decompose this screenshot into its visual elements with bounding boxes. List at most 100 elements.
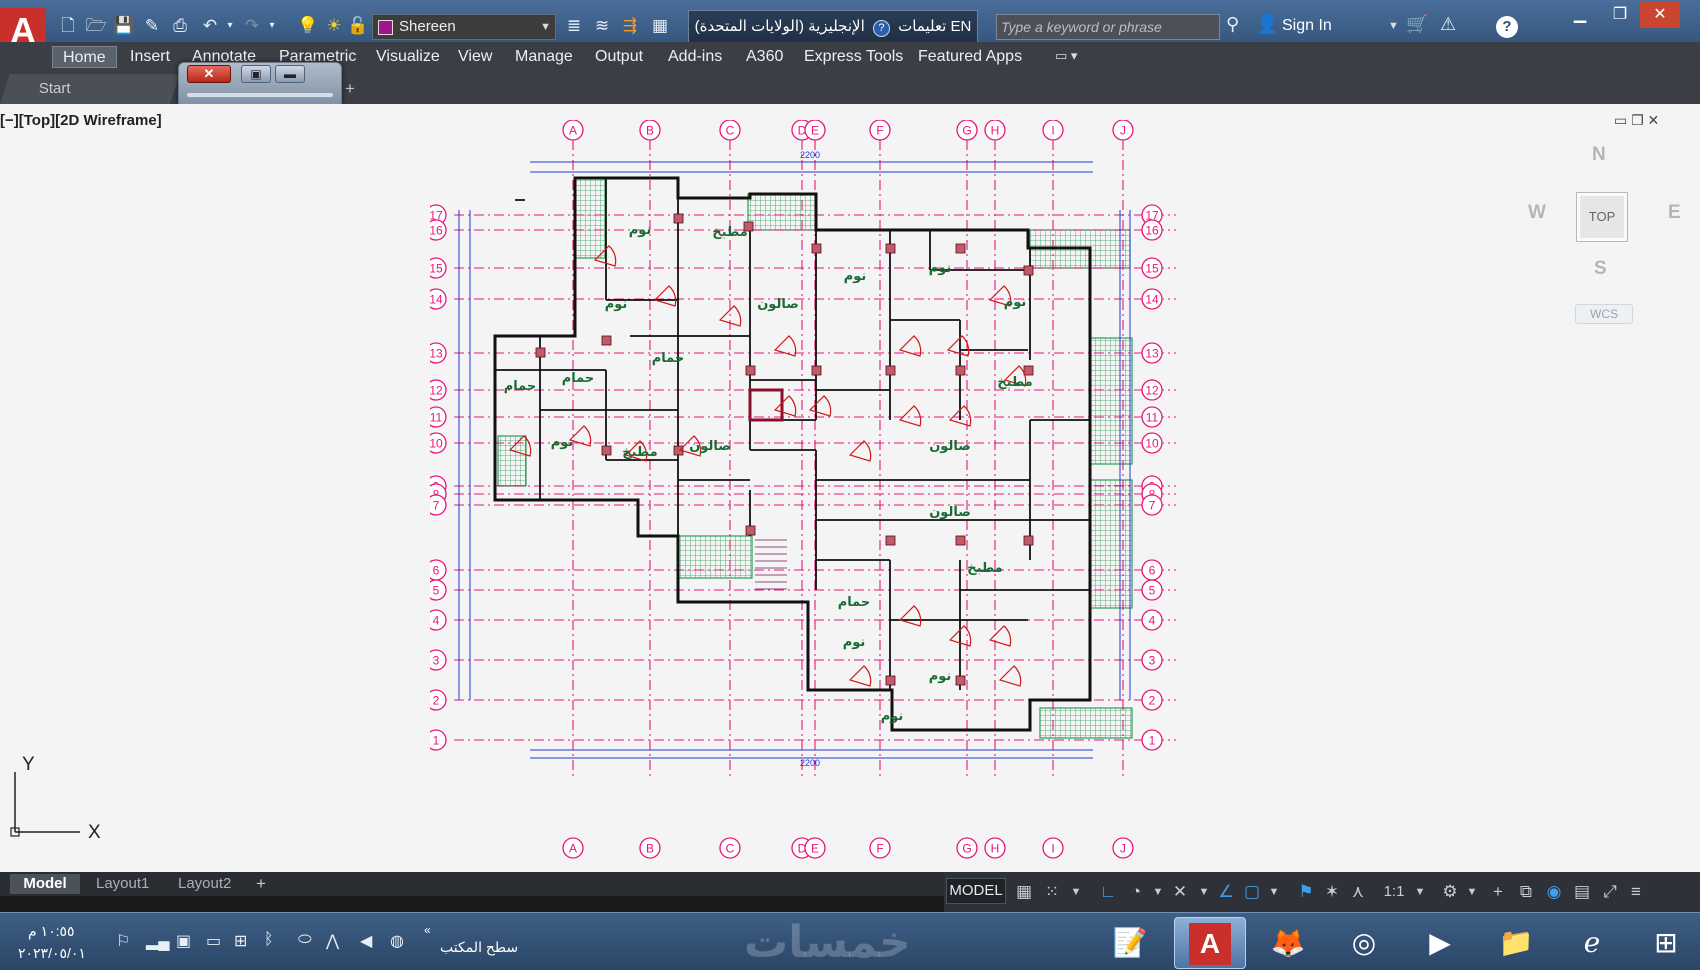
layer-states-icon[interactable]: ≋ <box>590 14 614 38</box>
compass-east[interactable]: E <box>1668 202 1681 224</box>
table-icon[interactable]: ▦ <box>648 14 672 38</box>
chevron-up-icon[interactable]: « <box>424 923 431 937</box>
close-icon[interactable]: ✕ <box>187 65 231 83</box>
viewport-window-controls[interactable]: ▭ ❐ ✕ <box>1614 112 1659 129</box>
firefox-icon[interactable]: 🦊 <box>1252 917 1324 969</box>
match-layer-icon[interactable]: ⇶ <box>618 14 642 38</box>
tab-home[interactable]: Home <box>52 46 117 68</box>
tab-express-tools[interactable]: Express Tools <box>804 46 903 68</box>
floating-window[interactable]: ✕ ▣ ▬ <box>178 62 342 108</box>
grid-display-icon[interactable]: ▦ <box>1012 880 1036 904</box>
desktop-toolbar-label[interactable]: سطح المكتب <box>440 939 518 956</box>
viewport-controls-label[interactable]: [−][Top][2D Wireframe] <box>0 112 162 129</box>
minimize-icon[interactable]: ▁ <box>1560 2 1600 28</box>
chevron-down-icon[interactable]: ▼ <box>1192 880 1216 904</box>
internet-explorer-icon[interactable]: ℯ <box>1556 917 1628 969</box>
binoculars-search-icon[interactable]: ⚲ <box>1226 14 1239 35</box>
tab-add-ins[interactable]: Add-ins <box>668 46 722 68</box>
autocad-taskbar-icon[interactable]: A <box>1174 917 1246 969</box>
viewcube-top-face[interactable]: TOP <box>1576 192 1628 242</box>
network-tray-icon[interactable]: ⊞ <box>234 931 247 951</box>
sign-in-button[interactable]: Sign In <box>1282 17 1332 35</box>
cart-icon[interactable]: 🛒 <box>1406 14 1428 35</box>
snap-mode-icon[interactable]: ⁙ <box>1040 880 1064 904</box>
wifi-icon[interactable]: ◍ <box>390 931 404 951</box>
save-as-icon[interactable]: ✎ <box>140 14 164 38</box>
undo-dropdown-icon[interactable]: ▾ <box>218 14 242 38</box>
tab-insert[interactable]: Insert <box>130 46 170 68</box>
search-input[interactable]: Type a keyword or phrase <box>996 14 1220 40</box>
layer-dropdown[interactable]: Shereen ▼ <box>372 14 556 40</box>
chevron-down-icon[interactable]: ▼ <box>1064 880 1088 904</box>
annotation-visibility-icon[interactable]: ⚑ <box>1294 880 1318 904</box>
autodesk-tray-icon[interactable]: ⋀ <box>326 931 339 951</box>
restore-icon[interactable]: ▣ <box>241 65 271 83</box>
windows-start-icon[interactable]: ⊞ <box>1630 917 1700 969</box>
flag-icon[interactable]: ⚐ <box>116 931 130 951</box>
hardware-acceleration-icon[interactable]: ◉ <box>1542 880 1566 904</box>
chevron-down-icon[interactable]: ▼ <box>1460 880 1484 904</box>
exchange-apps-icon[interactable]: ⚠ <box>1440 14 1456 35</box>
chrome-icon[interactable]: ◎ <box>1328 917 1400 969</box>
chevron-down-icon[interactable]: ▼ <box>1408 880 1432 904</box>
clock-date[interactable]: ٢٠٢٣/٠٥/٠١ <box>18 945 86 962</box>
plot-icon[interactable]: ⎙ <box>168 14 192 38</box>
layer-on-bulb-icon[interactable]: 💡 <box>296 14 320 38</box>
save-icon[interactable]: 💾 <box>112 14 136 38</box>
annotation-scale-icon[interactable]: ⋏ <box>1346 880 1370 904</box>
object-snap-icon[interactable]: ▢ <box>1240 880 1264 904</box>
chevron-down-icon[interactable]: ▼ <box>1388 20 1399 32</box>
isolate-objects-icon[interactable]: ⧉ <box>1514 880 1538 904</box>
tab-output[interactable]: Output <box>595 46 643 68</box>
language-bar[interactable]: تعليمات ? الإنجليزية (الولايات المتحدة) … <box>688 10 978 44</box>
tab-visualize[interactable]: Visualize <box>376 46 440 68</box>
file-explorer-icon[interactable]: 📁 <box>1480 917 1552 969</box>
layer-properties-icon[interactable]: ≣ <box>562 14 586 38</box>
new-tab-plus-icon[interactable]: + <box>345 79 355 99</box>
signal-icon[interactable]: ▂▄ <box>146 931 170 951</box>
display-icon[interactable]: ▭ <box>206 931 221 951</box>
clean-screen-icon[interactable]: ▤ <box>1570 880 1594 904</box>
volume-icon[interactable]: ◀ <box>360 931 372 951</box>
tab-featured-apps[interactable]: Featured Apps <box>918 46 1022 68</box>
tab-layout2[interactable]: Layout2 <box>178 874 231 894</box>
tab-layout1[interactable]: Layout1 <box>96 874 149 894</box>
printer-tray-icon[interactable]: ▣ <box>176 931 191 951</box>
chevron-down-icon[interactable]: ▼ <box>1146 880 1170 904</box>
compass-north[interactable]: N <box>1592 144 1606 166</box>
new-file-icon[interactable]: 🗋 <box>56 14 80 38</box>
help-icon[interactable]: ? <box>1496 16 1518 38</box>
shield-icon[interactable]: ⬭ <box>298 931 312 949</box>
tab-manage[interactable]: Manage <box>515 46 573 68</box>
viewcube[interactable]: N W E S TOP WCS <box>1518 142 1688 324</box>
auto-scale-icon[interactable]: ✶ <box>1320 880 1344 904</box>
chevron-down-icon[interactable]: ▼ <box>1262 880 1286 904</box>
bluetooth-icon[interactable]: ᛒ <box>264 931 274 949</box>
wcs-menu[interactable]: WCS <box>1575 304 1633 324</box>
ortho-mode-icon[interactable]: ∟ <box>1096 880 1120 904</box>
full-screen-icon[interactable]: ⤢ <box>1598 880 1622 904</box>
ribbon-display-toggle-icon[interactable]: ▭ ▾ <box>1055 48 1077 64</box>
model-space-button[interactable]: MODEL <box>946 878 1006 904</box>
notepad-taskbar-icon[interactable]: 📝 <box>1094 917 1166 969</box>
media-player-icon[interactable]: ▶ <box>1404 917 1476 969</box>
customization-menu-icon[interactable]: ≡ <box>1624 880 1648 904</box>
tab-a360[interactable]: A360 <box>746 46 783 68</box>
polar-tracking-icon[interactable]: ◔ <box>1124 880 1148 904</box>
clock-time[interactable]: ١٠:٥٥ م <box>28 923 75 940</box>
workspace-switching-icon[interactable]: ⚙ <box>1438 880 1462 904</box>
maximize-icon[interactable]: ❐ <box>1600 2 1640 28</box>
plus-icon[interactable]: + <box>1486 880 1510 904</box>
open-file-icon[interactable]: 🗁 <box>84 14 108 38</box>
tab-start[interactable]: Start <box>0 74 180 104</box>
close-icon[interactable]: ✕ <box>1640 2 1680 28</box>
drawing-area[interactable]: [−][Top][2D Wireframe] ▭ ❐ ✕ 2200 2200 A A… <box>0 104 1700 872</box>
object-snap-tracking-icon[interactable]: ∠ <box>1214 880 1238 904</box>
add-layout-plus-icon[interactable]: + <box>256 874 266 894</box>
compass-south[interactable]: S <box>1594 258 1607 280</box>
minimize-icon[interactable]: ▬ <box>275 65 305 83</box>
tab-model[interactable]: Model <box>10 874 80 894</box>
compass-west[interactable]: W <box>1528 202 1546 224</box>
layer-unlock-icon[interactable]: 🔓 <box>346 14 370 38</box>
tab-view[interactable]: View <box>458 46 492 68</box>
